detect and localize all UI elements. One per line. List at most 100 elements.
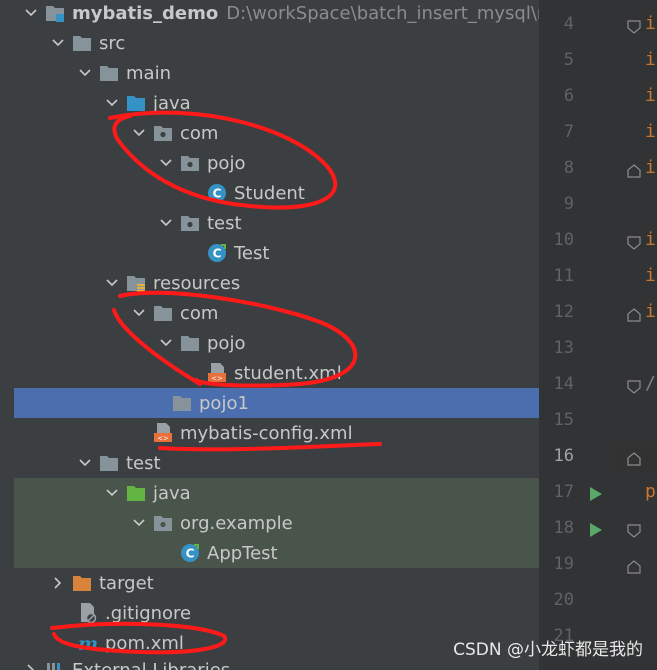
tree-row-pojo1[interactable]: pojo1 bbox=[14, 388, 539, 418]
run-icon[interactable] bbox=[589, 522, 603, 538]
resources-folder-icon bbox=[125, 272, 147, 294]
svg-text:<>: <> bbox=[211, 375, 223, 383]
tree-row-mybatis-config[interactable]: <> mybatis-config.xml bbox=[0, 418, 539, 448]
fold-marker-icon[interactable] bbox=[627, 452, 641, 466]
project-path: D:\workSpace\batch_insert_mysql\my bbox=[226, 2, 539, 24]
line-number: 19 bbox=[553, 554, 574, 574]
tree-row-java[interactable]: java bbox=[0, 88, 539, 118]
tree-label: AppTest bbox=[207, 542, 278, 564]
code-fragment[interactable]: i bbox=[645, 13, 656, 34]
chevron-down-icon[interactable] bbox=[157, 208, 175, 238]
tree-row-res-pojo[interactable]: pojo bbox=[0, 328, 539, 358]
line-number: 4 bbox=[563, 14, 574, 34]
tree-label: resources bbox=[153, 272, 241, 294]
line-number: 17 bbox=[553, 482, 574, 502]
package-icon bbox=[152, 512, 174, 534]
chevron-down-icon[interactable] bbox=[103, 268, 121, 298]
chevron-down-icon[interactable] bbox=[130, 118, 148, 148]
chevron-down-icon[interactable] bbox=[76, 58, 94, 88]
line-number: 11 bbox=[553, 266, 574, 286]
module-folder-icon bbox=[44, 2, 66, 24]
chevron-down-icon[interactable] bbox=[103, 478, 121, 508]
chevron-down-icon[interactable] bbox=[130, 508, 148, 538]
project-tree: mybatis_demo D:\workSpace\batch_insert_m… bbox=[0, 0, 539, 670]
tree-row-com[interactable]: com bbox=[0, 118, 539, 148]
ignore-file-icon bbox=[77, 602, 99, 624]
folder-icon bbox=[171, 392, 193, 414]
code-fragment[interactable]: i bbox=[645, 229, 656, 250]
tree-row-test-class[interactable]: C Test bbox=[0, 238, 539, 268]
fold-marker-icon[interactable] bbox=[627, 380, 641, 394]
chevron-down-icon[interactable] bbox=[157, 328, 175, 358]
fold-marker-icon[interactable] bbox=[627, 236, 641, 250]
watermark: CSDN @小龙虾都是我的 bbox=[453, 640, 643, 660]
tree-row-test-folder[interactable]: test bbox=[0, 448, 539, 478]
line-number: 18 bbox=[553, 518, 574, 538]
code-fragment[interactable]: p bbox=[645, 481, 656, 502]
tree-row-apptest[interactable]: C AppTest bbox=[14, 538, 539, 568]
line-number: 9 bbox=[563, 194, 574, 214]
tree-row-target[interactable]: target bbox=[0, 568, 539, 598]
tree-label: Test bbox=[234, 242, 270, 264]
code-fragment[interactable]: i bbox=[645, 157, 656, 178]
tree-row-src[interactable]: src bbox=[0, 28, 539, 58]
chevron-right-icon[interactable] bbox=[49, 568, 67, 598]
tree-label: Student bbox=[234, 182, 305, 204]
excluded-folder-icon bbox=[71, 572, 93, 594]
tree-row-org-example[interactable]: org.example bbox=[14, 508, 539, 538]
tree-row-pojo[interactable]: pojo bbox=[0, 148, 539, 178]
maven-icon: m bbox=[77, 632, 99, 654]
tree-row-gitignore[interactable]: .gitignore bbox=[0, 598, 539, 628]
tree-row-student-xml[interactable]: <> student.xml bbox=[0, 358, 539, 388]
tree-label: target bbox=[99, 572, 154, 594]
tree-row-student[interactable]: C Student bbox=[0, 178, 539, 208]
code-fragment[interactable]: i bbox=[645, 265, 656, 286]
folder-icon bbox=[98, 452, 120, 474]
chevron-down-icon[interactable] bbox=[22, 0, 40, 28]
chevron-down-icon[interactable] bbox=[157, 148, 175, 178]
svg-text:m: m bbox=[78, 633, 98, 654]
tree-label: student.xml bbox=[234, 362, 342, 384]
java-class-icon: C bbox=[206, 182, 228, 204]
folder-icon bbox=[179, 332, 201, 354]
tree-row-main[interactable]: main bbox=[0, 58, 539, 88]
chevron-down-icon[interactable] bbox=[103, 88, 121, 118]
tree-row-res-com[interactable]: com bbox=[0, 298, 539, 328]
fold-marker-icon[interactable] bbox=[627, 164, 641, 178]
package-icon bbox=[152, 122, 174, 144]
tree-row-test-package[interactable]: test bbox=[0, 208, 539, 238]
tree-label: main bbox=[126, 62, 171, 84]
tree-label: pojo bbox=[207, 152, 246, 174]
tree-row-resources[interactable]: resources bbox=[0, 268, 539, 298]
tree-label: External Libraries bbox=[72, 659, 231, 670]
test-source-folder-icon bbox=[125, 482, 147, 504]
line-number: 8 bbox=[563, 158, 574, 178]
code-fragment[interactable]: / bbox=[645, 373, 656, 394]
tree-row-test-java[interactable]: java bbox=[14, 478, 539, 508]
chevron-down-icon[interactable] bbox=[130, 298, 148, 328]
chevron-down-icon[interactable] bbox=[76, 448, 94, 478]
tree-label: .gitignore bbox=[105, 602, 192, 624]
tree-label: pojo1 bbox=[199, 392, 249, 414]
code-fragment[interactable]: i bbox=[645, 301, 656, 322]
xml-file-icon: <> bbox=[152, 422, 174, 444]
xml-file-icon: <> bbox=[206, 362, 228, 384]
run-icon[interactable] bbox=[589, 486, 603, 502]
line-number-current: 16 bbox=[553, 446, 574, 466]
fold-marker-icon[interactable] bbox=[627, 308, 641, 322]
tree-row-project-root[interactable]: mybatis_demo D:\workSpace\batch_insert_m… bbox=[0, 0, 539, 28]
code-fragment[interactable]: i bbox=[645, 85, 656, 106]
fold-marker-icon[interactable] bbox=[627, 524, 641, 538]
project-name: mybatis_demo bbox=[72, 2, 219, 24]
package-icon bbox=[179, 152, 201, 174]
line-number: 10 bbox=[553, 230, 574, 250]
fold-marker-icon[interactable] bbox=[627, 560, 641, 574]
code-fragment[interactable]: i bbox=[645, 121, 656, 142]
tree-label: pojo bbox=[207, 332, 246, 354]
tree-label: test bbox=[126, 452, 161, 474]
code-fragment[interactable]: i bbox=[645, 49, 656, 70]
svg-text:<>: <> bbox=[157, 435, 169, 443]
chevron-right-icon[interactable] bbox=[22, 655, 40, 670]
chevron-down-icon[interactable] bbox=[49, 28, 67, 58]
fold-marker-icon[interactable] bbox=[627, 20, 641, 34]
